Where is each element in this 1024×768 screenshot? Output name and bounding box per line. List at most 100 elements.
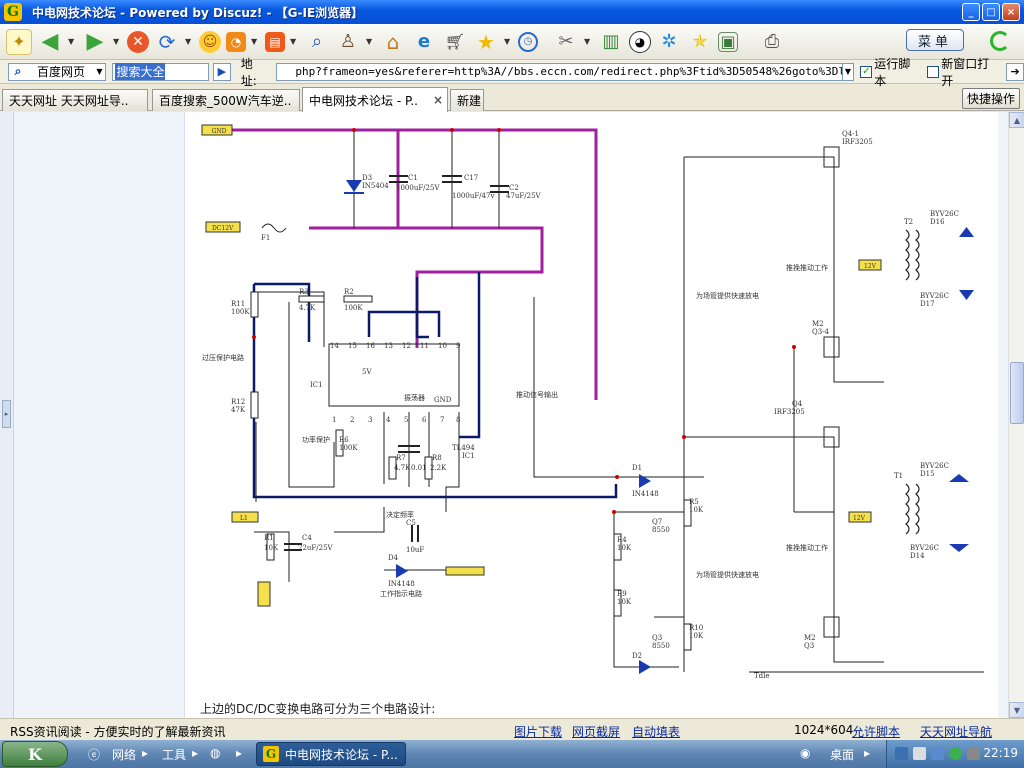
- tray-speaker-icon[interactable]: [967, 747, 980, 760]
- menu-arrow-icon[interactable]: ▸: [236, 746, 242, 760]
- refresh-icon[interactable]: ⟳: [154, 29, 180, 55]
- search-engine-label: 百度网页: [37, 65, 86, 79]
- smiley-icon[interactable]: ☺: [199, 30, 221, 53]
- autofill-link[interactable]: 自动填表: [632, 723, 680, 740]
- lbl-d15: D15: [920, 470, 935, 478]
- back-dropdown-icon[interactable]: ▼: [68, 37, 76, 46]
- search-engine-select[interactable]: ⌕ 百度网页 ▼: [8, 62, 107, 81]
- site-nav-link[interactable]: 天天网址导航: [920, 723, 992, 740]
- print-icon[interactable]: ⎙: [759, 29, 785, 55]
- tab-bar: 天天网址 天天网址导.. 百度搜索_500W汽车逆.. 中电网技术论坛 - P.…: [0, 87, 1024, 112]
- rss-icon[interactable]: ◔: [226, 31, 246, 52]
- feed-dropdown-icon[interactable]: ▼: [290, 37, 298, 46]
- start-button[interactable]: K: [2, 741, 68, 767]
- back-arrow-icon[interactable]: ◀: [37, 29, 63, 55]
- rss-dropdown-icon[interactable]: ▼: [251, 37, 259, 46]
- sidebar-toggle-icon[interactable]: ▸: [2, 400, 11, 428]
- scroll-down-icon[interactable]: ▼: [1009, 702, 1024, 718]
- clock-icon[interactable]: ◷: [518, 31, 538, 52]
- lbl-fet-fast1: 为场管提供快速放电: [696, 291, 759, 300]
- network-icon[interactable]: ✲: [656, 29, 682, 55]
- lbl-r11-val: 100K: [231, 308, 250, 316]
- home-icon[interactable]: ⌂: [380, 29, 406, 55]
- system-tray: 22:19: [886, 740, 1024, 768]
- tray-doc-icon[interactable]: [913, 747, 926, 760]
- forward-dropdown-icon[interactable]: ▼: [113, 37, 121, 46]
- close-button[interactable]: ×: [1002, 3, 1020, 21]
- vertical-scrollbar[interactable]: ▲ ▼: [1008, 112, 1024, 718]
- ie-quicklaunch-icon[interactable]: ⓔ: [88, 746, 100, 763]
- refresh-dropdown-icon[interactable]: ▼: [185, 37, 193, 46]
- diode-d2-symbol: [639, 660, 651, 674]
- diode-d4-symbol: [396, 564, 408, 578]
- lbl-d17: D17: [920, 300, 935, 308]
- lbl-c3-val: 0.01: [411, 464, 427, 472]
- feed-icon[interactable]: ▤: [265, 31, 285, 52]
- tray-network-icon[interactable]: [949, 747, 962, 760]
- search-input[interactable]: 搜索大全: [112, 62, 209, 81]
- ie-icon[interactable]: e: [411, 29, 437, 55]
- tab-tiantian[interactable]: 天天网址 天天网址导..: [2, 89, 148, 111]
- favorite-star-icon[interactable]: ✯: [687, 29, 713, 55]
- quick-action-button[interactable]: 快捷操作: [962, 88, 1020, 109]
- maximize-button[interactable]: □: [982, 3, 1000, 21]
- search-icon[interactable]: ⌕: [304, 29, 330, 55]
- loading-ring-icon[interactable]: [990, 31, 1010, 51]
- image-download-link[interactable]: 图片下载: [514, 723, 562, 740]
- books-icon[interactable]: ▥: [598, 29, 624, 55]
- tray-monitor-icon[interactable]: [895, 747, 908, 760]
- tab-new[interactable]: 新建: [450, 89, 484, 111]
- tab-eccn[interactable]: 中电网技术论坛 - P.. ×: [302, 87, 448, 112]
- menu-arrow-icon[interactable]: ▸: [142, 746, 148, 760]
- run-script-checkbox[interactable]: ✓ 运行脚本: [860, 55, 921, 89]
- minimize-button[interactable]: _: [962, 3, 980, 21]
- menu-arrow-icon[interactable]: ▸: [192, 746, 198, 760]
- allow-script-link[interactable]: 允许脚本: [852, 723, 900, 740]
- person-dropdown-icon[interactable]: ▼: [366, 37, 374, 46]
- tray-keyboard-icon[interactable]: [931, 747, 944, 760]
- resistor-r3-symbol: [298, 295, 325, 303]
- lbl-byv26c-c: BYV26C: [920, 462, 949, 470]
- search-go-button[interactable]: ▶: [212, 62, 231, 81]
- tools-menu[interactable]: 工具: [162, 746, 186, 763]
- scroll-thumb[interactable]: [1010, 362, 1024, 424]
- taskbar-task-browser[interactable]: G 中电网技术论坛 - P...: [256, 742, 406, 766]
- menu-button[interactable]: 菜单: [906, 29, 964, 51]
- tab-baidu[interactable]: 百度搜索_500W汽车逆..: [152, 89, 300, 111]
- url-input[interactable]: php?frameon=yes&referer=http%3A//bbs.ecc…: [276, 62, 843, 81]
- screenshot-link[interactable]: 网页截屏: [572, 723, 620, 740]
- menu-arrow-icon[interactable]: ▸: [864, 746, 870, 760]
- url-dropdown-icon[interactable]: ▼: [842, 62, 855, 81]
- window-titlebar[interactable]: G 中电网技术论坛 - Powered by Discuz! - 【G-IE浏览…: [0, 0, 1024, 24]
- star-dropdown-icon[interactable]: ▼: [504, 37, 512, 46]
- lbl-f1: F1: [261, 234, 270, 242]
- lbl-overvolt: 过压保护电路: [202, 353, 244, 362]
- tools-dropdown-icon[interactable]: ▼: [584, 37, 592, 46]
- new-window-checkbox[interactable]: 新窗口打开: [927, 55, 1000, 89]
- scroll-up-icon[interactable]: ▲: [1009, 112, 1024, 128]
- network-menu[interactable]: 网络: [112, 746, 136, 763]
- desktop-button[interactable]: 桌面: [830, 746, 854, 763]
- task-label: 中电网技术论坛 - P...: [285, 747, 398, 762]
- chevron-down-icon[interactable]: ▼: [93, 67, 105, 76]
- pin-11: 11: [420, 342, 429, 350]
- new-page-icon[interactable]: ✦: [6, 28, 32, 55]
- star-icon[interactable]: ★: [473, 29, 499, 55]
- clock[interactable]: 22:19: [983, 746, 1018, 760]
- tab-close-icon[interactable]: ×: [433, 93, 443, 107]
- flag-icon[interactable]: ◉: [800, 746, 810, 760]
- pin-7: 7: [440, 416, 444, 424]
- new-window-label: 新窗口打开: [941, 56, 990, 88]
- rss-status-text[interactable]: RSS资讯阅读 - 方便实时的了解最新资讯: [10, 723, 226, 740]
- go-arrow-icon[interactable]: ➔: [1006, 62, 1024, 81]
- lbl-c2: C2: [509, 184, 519, 192]
- lbl-dc12v: DC12V: [212, 225, 234, 232]
- forward-arrow-icon[interactable]: ▶: [82, 29, 108, 55]
- globe-icon[interactable]: ◍: [210, 746, 220, 760]
- panda-icon[interactable]: ◕: [629, 30, 651, 53]
- photo-icon[interactable]: ▣: [718, 31, 738, 52]
- person-icon[interactable]: ♙: [335, 29, 361, 55]
- stop-icon[interactable]: ✕: [127, 30, 149, 53]
- tools-icon[interactable]: ✂: [553, 29, 579, 55]
- cart-icon[interactable]: 🛒︎: [442, 29, 468, 55]
